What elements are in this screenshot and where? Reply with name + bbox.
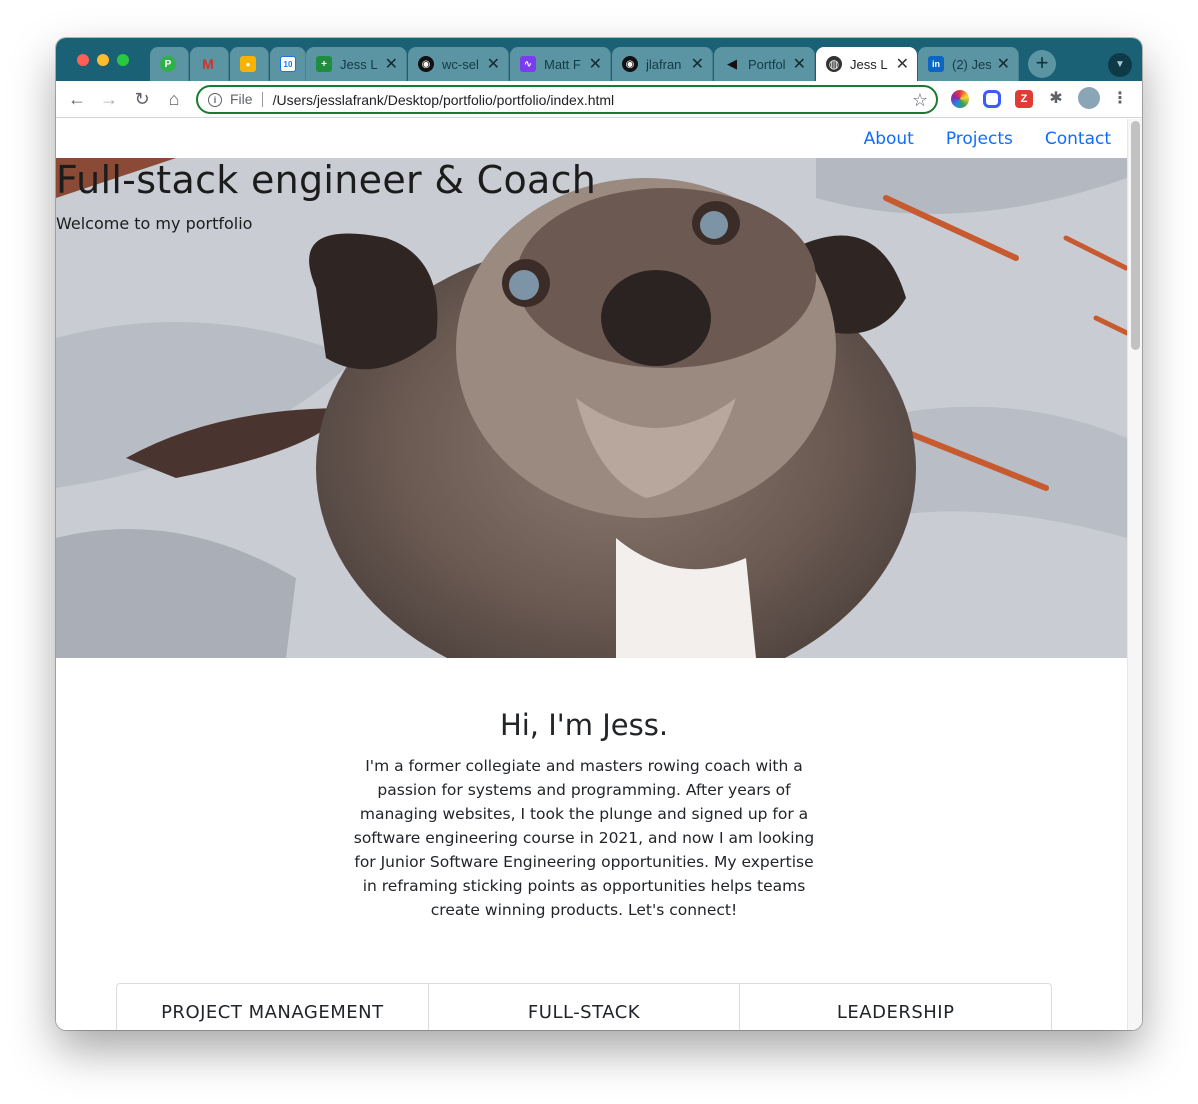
intro-body: I'm a former collegiate and masters rowi… <box>353 757 815 919</box>
keep-icon: ● <box>240 56 256 72</box>
nav-link-about[interactable]: About <box>864 129 914 149</box>
zoom-window-button[interactable] <box>117 54 129 66</box>
tab-7[interactable]: ∿ Matt F ✕ <box>510 47 611 81</box>
intro-heading: Hi, I'm Jess. <box>499 708 669 742</box>
close-icon[interactable]: ✕ <box>793 54 806 74</box>
site-nav: About Projects Contact <box>864 129 1111 149</box>
skill-card-project-management: PROJECT MANAGEMENT <box>117 984 429 1030</box>
tab-title: jlafran <box>646 56 682 72</box>
address-scheme: File <box>230 92 263 107</box>
address-url[interactable]: /Users/jesslafrank/Desktop/portfolio/por… <box>273 92 615 108</box>
close-icon[interactable]: ✕ <box>691 54 704 74</box>
tab-title: wc-sel <box>442 56 479 72</box>
home-icon[interactable]: ⌂ <box>163 88 185 110</box>
color-picker-extension-icon[interactable] <box>951 90 969 108</box>
nav-link-projects[interactable]: Projects <box>946 129 1013 149</box>
close-icon[interactable]: ✕ <box>997 54 1010 74</box>
back-icon[interactable]: ← <box>66 88 88 110</box>
tab-5[interactable]: + Jess L ✕ <box>306 47 407 81</box>
tab-1[interactable]: P <box>150 47 189 81</box>
tab-4[interactable]: 10 <box>270 47 306 81</box>
tab-2[interactable]: M <box>190 47 229 81</box>
tab-title: Jess L <box>850 56 888 72</box>
profile-avatar[interactable] <box>1078 87 1100 109</box>
close-icon[interactable]: ✕ <box>589 54 602 74</box>
address-bar[interactable]: i File /Users/jesslafrank/Desktop/portfo… <box>196 85 938 114</box>
close-icon[interactable]: ✕ <box>896 54 909 74</box>
analytics-icon: ∿ <box>520 56 536 72</box>
zotero-extension-icon[interactable]: Z <box>1015 90 1033 108</box>
tab-search-icon[interactable]: ▼ <box>1108 53 1132 77</box>
tab-title: Jess L <box>340 56 378 72</box>
tab-title: Portfol <box>748 56 786 72</box>
extensions-puzzle-icon[interactable]: ✱ <box>1047 90 1065 108</box>
tab-8[interactable]: ◉ jlafran ✕ <box>612 47 713 81</box>
globe-icon: ◍ <box>826 56 842 72</box>
tab-3[interactable]: ● <box>230 47 269 81</box>
about-intro: Hi, I'm Jess. I'm a former collegiate an… <box>353 708 815 922</box>
browser-window: P M ● 10 + Jess L ✕ ◉ wc-sel ✕ ∿ Matt F … <box>56 38 1142 1030</box>
tab-strip: P M ● 10 + Jess L ✕ ◉ wc-sel ✕ ∿ Matt F … <box>56 38 1142 81</box>
hero-banner: Full-stack engineer & Coach Welcome to m… <box>56 158 1127 658</box>
tab-9[interactable]: ◀ Portfol ✕ <box>714 47 815 81</box>
gmail-icon: M <box>202 56 214 72</box>
page-scrollbar[interactable] <box>1127 119 1142 1030</box>
browser-toolbar: ← → ↻ ⌂ i File /Users/jesslafrank/Deskto… <box>56 81 1142 118</box>
tab-10-active[interactable]: ◍ Jess L ✕ <box>816 47 917 81</box>
hero-title: Full-stack engineer & Coach <box>56 158 597 202</box>
close-icon[interactable]: ✕ <box>385 54 398 74</box>
skills-cards: PROJECT MANAGEMENT FULL-STACK LEADERSHIP <box>116 983 1052 1030</box>
page-viewport: About Projects Contact Full-stack engine… <box>56 119 1142 1030</box>
new-tab-button[interactable]: + <box>1028 50 1056 78</box>
tab-title: Matt F <box>544 56 581 72</box>
nav-link-contact[interactable]: Contact <box>1045 129 1111 149</box>
forward-icon[interactable]: → <box>98 88 120 110</box>
sheets-icon: + <box>316 56 332 72</box>
skill-card-full-stack: FULL-STACK <box>429 984 741 1030</box>
close-icon[interactable]: ✕ <box>487 54 500 74</box>
info-icon[interactable]: i <box>208 92 222 107</box>
bookmark-star-icon[interactable]: ☆ <box>912 90 928 111</box>
github-icon: ◉ <box>418 56 434 72</box>
linkedin-icon: in <box>928 56 944 72</box>
megaphone-icon: ◀ <box>727 56 737 71</box>
minimize-window-button[interactable] <box>97 54 109 66</box>
app-icon: P <box>160 56 176 72</box>
extension-icon[interactable] <box>983 90 1001 108</box>
scrollbar-thumb[interactable] <box>1131 121 1140 350</box>
tab-11[interactable]: in (2) Jes ✕ <box>918 47 1019 81</box>
menu-kebab-icon[interactable]: ⋮ <box>1111 90 1129 108</box>
reload-icon[interactable]: ↻ <box>131 88 153 110</box>
skill-card-leadership: LEADERSHIP <box>836 1002 955 1023</box>
tab-6[interactable]: ◉ wc-sel ✕ <box>408 47 509 81</box>
calendar-icon: 10 <box>280 56 296 72</box>
close-window-button[interactable] <box>77 54 89 66</box>
github-icon: ◉ <box>622 56 638 72</box>
tab-title: (2) Jes <box>952 56 991 72</box>
hero-dog-photo <box>56 158 1127 658</box>
hero-subtitle: Welcome to my portfolio <box>56 214 253 233</box>
